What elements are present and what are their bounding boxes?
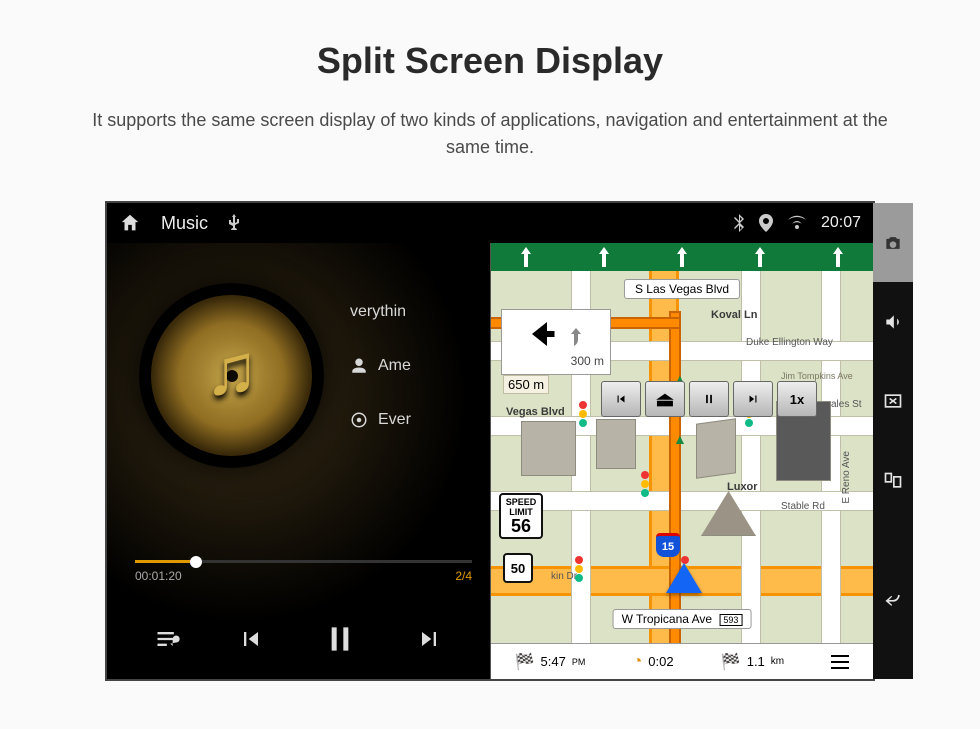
- traffic-light-icon: [575, 556, 583, 582]
- next-button[interactable]: [415, 625, 443, 653]
- recent-apps-button[interactable]: [873, 441, 913, 520]
- speed-limit-value: 56: [501, 517, 541, 535]
- back-button[interactable]: [873, 520, 913, 679]
- lane-arrow: [667, 243, 697, 271]
- eta-value: 5:47: [541, 654, 566, 669]
- next-partial: Ever: [378, 411, 411, 429]
- camera-button[interactable]: [873, 203, 913, 282]
- person-icon: [350, 357, 368, 375]
- route-direction-arrow: ▲: [673, 431, 687, 447]
- distance-unit: km: [771, 656, 784, 667]
- artist-row: Ame: [350, 357, 490, 375]
- page-title: Split Screen Display: [0, 0, 980, 82]
- turn-main-distance: 650 m: [503, 375, 549, 394]
- status-bar: Music 20:07: [107, 203, 873, 243]
- navigation-pane: ▲ ▲ ◀ Koval Ln Duke Ellington Way Vegas: [490, 243, 873, 679]
- street-label-top: S Las Vegas Blvd: [624, 279, 740, 299]
- usb-icon: [228, 214, 240, 232]
- close-screen-button[interactable]: [873, 362, 913, 441]
- map-label: E Reno Ave: [841, 451, 852, 504]
- device-frame: Music 20:07 ♫ verythin: [105, 201, 875, 681]
- building: [696, 418, 736, 479]
- sim-pause-button[interactable]: [689, 381, 729, 417]
- turn-left-icon: [526, 316, 562, 352]
- sim-next-button[interactable]: [733, 381, 773, 417]
- footer-menu-button[interactable]: [831, 655, 849, 669]
- home-icon[interactable]: [119, 212, 141, 234]
- pause-button[interactable]: [320, 619, 360, 659]
- flag-icon: 🏁: [515, 652, 535, 672]
- interstate-shield: 15: [656, 533, 680, 557]
- page-subtitle: It supports the same screen display of t…: [0, 82, 980, 201]
- music-pane: ♫ verythin Ame Ever: [107, 243, 490, 679]
- lane-arrow: [745, 243, 775, 271]
- map-label: Stable Rd: [781, 501, 825, 512]
- speed-limit-sign: SPEED LIMIT 56: [499, 493, 543, 539]
- lane-arrow: [511, 243, 541, 271]
- route-sign: 50: [503, 553, 533, 583]
- footer-duration: ◔ 0:02: [633, 653, 674, 671]
- map-label: Luxor: [727, 481, 758, 493]
- turn-instruction: 300 m: [501, 309, 611, 375]
- building: [596, 419, 636, 469]
- map-label: Koval Ln: [711, 309, 757, 321]
- album-art: ♫: [139, 283, 324, 468]
- artist-partial: Ame: [378, 357, 411, 375]
- track-index: 2/4: [455, 569, 472, 583]
- street-bottom-name: W Tropicana Ave: [622, 612, 713, 626]
- sim-stop-button[interactable]: ⏏: [645, 381, 685, 417]
- status-app-label: Music: [161, 213, 208, 234]
- map-label: Vegas Blvd: [506, 406, 565, 418]
- turn-secondary-distance: 300 m: [571, 354, 604, 368]
- lane-arrow: [589, 243, 619, 271]
- progress-thumb[interactable]: [190, 556, 202, 568]
- sim-prev-button[interactable]: [601, 381, 641, 417]
- duration-value: 0:02: [648, 654, 673, 669]
- playlist-icon[interactable]: [154, 625, 182, 653]
- vehicle-marker: [666, 563, 702, 593]
- nav-top-bar: [491, 243, 873, 271]
- music-controls: [107, 619, 490, 659]
- location-icon: [759, 214, 773, 232]
- progress-bar[interactable]: [135, 560, 472, 563]
- track-list: verythin Ame Ever: [350, 303, 490, 429]
- map-label: kin Dr: [551, 571, 577, 582]
- sim-controls: ⏏ 1x: [601, 381, 817, 417]
- route-line: [671, 313, 679, 643]
- music-note-icon: ♫: [205, 329, 259, 411]
- progress-fill: [135, 560, 196, 563]
- lane-arrow: [823, 243, 853, 271]
- traffic-light-icon: [579, 401, 587, 427]
- volume-button[interactable]: [873, 282, 913, 361]
- map-label: Duke Ellington Way: [746, 337, 833, 348]
- track-title-partial: verythin: [350, 303, 406, 321]
- footer-eta: 🏁 5:47PM: [515, 652, 586, 672]
- disc-icon: [350, 411, 368, 429]
- map-label: ales St: [831, 399, 862, 410]
- next-row: Ever: [350, 411, 490, 429]
- time-elapsed: 00:01:20: [135, 569, 182, 583]
- wifi-icon: [787, 215, 807, 231]
- previous-button[interactable]: [237, 625, 265, 653]
- turn-secondary-icon: [566, 328, 586, 352]
- clock-icon: ◔: [633, 653, 643, 671]
- map-label: Jim Tompkins Ave: [781, 371, 853, 381]
- street-bottom-badge: 593: [719, 614, 742, 626]
- side-control-strip: [873, 203, 913, 679]
- flag-icon: 🏁: [721, 652, 741, 672]
- now-playing-row: verythin: [350, 303, 490, 321]
- speed-limit-label: SPEED LIMIT: [501, 497, 541, 517]
- sim-speed-button[interactable]: 1x: [777, 381, 817, 417]
- distance-value: 1.1: [747, 654, 765, 669]
- traffic-light-icon: [641, 471, 649, 497]
- nav-footer: 🏁 5:47PM ◔ 0:02 🏁 1.1 km: [491, 643, 873, 679]
- status-time: 20:07: [821, 214, 861, 232]
- building: [521, 421, 576, 476]
- bluetooth-icon: [733, 214, 745, 232]
- footer-distance: 🏁 1.1 km: [721, 652, 784, 672]
- street-label-bottom: W Tropicana Ave 593: [613, 609, 752, 629]
- progress-area: 00:01:20 2/4: [135, 560, 472, 583]
- road: [741, 271, 761, 643]
